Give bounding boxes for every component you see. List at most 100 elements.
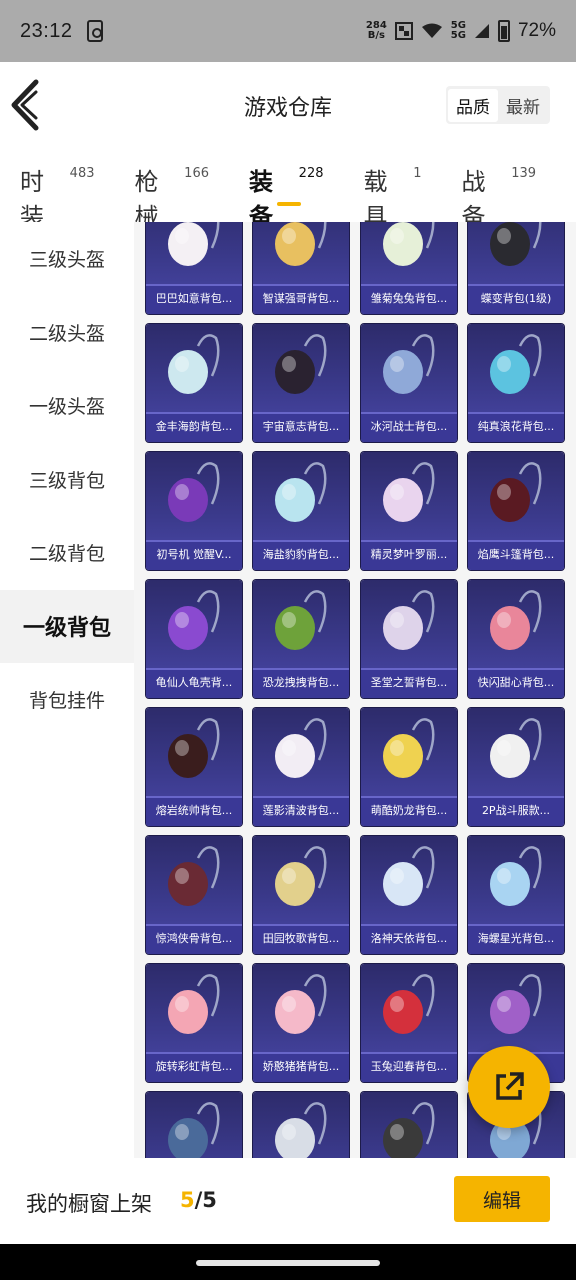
backpack-item-card[interactable]: 海螺星光背包...	[468, 836, 564, 954]
signal-icon	[474, 24, 489, 38]
subcategory-sidebar: 三级头盔 二级头盔 一级头盔 三级背包 二级背包 一级背包 背包挂件	[0, 222, 134, 1158]
backpack-thumbnail	[490, 590, 542, 650]
backpack-thumbnail	[275, 590, 327, 650]
sort-by-latest-button[interactable]: 最新	[498, 89, 548, 122]
sidebar-item-level3-backpack[interactable]: 三级背包	[0, 443, 134, 517]
backpack-thumbnail	[168, 462, 220, 522]
backpack-thumbnail	[168, 718, 220, 778]
item-name: 恐龙拽拽背包...	[253, 668, 349, 698]
backpack-item-card[interactable]: 2P战斗服款...	[468, 708, 564, 826]
status-bar: 23:12 284 B/s 5G 5G 72%	[0, 0, 576, 62]
backpack-item-card[interactable]: 田园牧歌背包...	[253, 836, 349, 954]
backpack-thumbnail	[275, 462, 327, 522]
item-name: 智谋强哥背包...	[253, 284, 349, 314]
backpack-item-card[interactable]: 旋转彩虹背包...	[146, 964, 242, 1082]
nfc-icon	[394, 22, 413, 40]
share-button[interactable]	[468, 1046, 550, 1128]
backpack-item-card[interactable]: 金丰海韵背包...	[146, 324, 242, 442]
tab-tactical[interactable]: 战备 139	[462, 162, 537, 231]
backpack-item-card[interactable]: 宇宙意志背包...	[253, 324, 349, 442]
battery-icon	[497, 20, 510, 42]
backpack-thumbnail	[275, 846, 327, 906]
item-name: 惊鸿侠骨背包...	[146, 924, 242, 954]
edit-button[interactable]: 编辑	[454, 1176, 550, 1222]
item-name: 焰鹰斗篷背包...	[468, 540, 564, 570]
backpack-item-card[interactable]: 娇憨猪猪背包...	[253, 964, 349, 1082]
sidebar-item-backpack-charm[interactable]: 背包挂件	[0, 663, 134, 737]
backpack-item-card[interactable]: 莲影清波背包...	[253, 708, 349, 826]
tab-count: 1	[413, 166, 422, 181]
backpack-thumbnail	[490, 334, 542, 394]
backpack-thumbnail	[383, 222, 435, 266]
backpack-item-card[interactable]: 巴巴如意背包...	[146, 222, 242, 314]
backpack-item-card[interactable]: 智谋强哥背包...	[253, 222, 349, 314]
backpack-thumbnail	[168, 1102, 220, 1158]
sidebar-item-level1-helmet[interactable]: 一级头盔	[0, 369, 134, 443]
item-grid: 巴巴如意背包... 智谋强哥背包... 雏菊兔兔背包... 蝶变背包(1级) 金丰海韵背…	[134, 222, 576, 1158]
backpack-thumbnail	[383, 718, 435, 778]
tab-equipment[interactable]: 装备 228	[249, 162, 324, 231]
backpack-item-card[interactable]: 惊鸿侠骨背包...	[146, 836, 242, 954]
backpack-item-card[interactable]	[361, 1092, 457, 1158]
sidebar-item-level2-helmet[interactable]: 二级头盔	[0, 296, 134, 370]
item-name: 宇宙意志背包...	[253, 412, 349, 442]
backpack-item-card[interactable]	[146, 1092, 242, 1158]
backpack-item-card[interactable]: 纯真浪花背包...	[468, 324, 564, 442]
item-name: 萌酷奶龙背包...	[361, 796, 457, 826]
backpack-thumbnail	[490, 222, 542, 266]
backpack-thumbnail	[383, 974, 435, 1034]
backpack-thumbnail	[490, 846, 542, 906]
backpack-item-card[interactable]: 雏菊兔兔背包...	[361, 222, 457, 314]
category-tabs: 时装 483 枪械 166 装备 228 载具 1 战备 139	[0, 162, 576, 231]
item-name: 快闪甜心背包...	[468, 668, 564, 698]
share-external-icon	[496, 1072, 524, 1100]
item-name: 海螺星光背包...	[468, 924, 564, 954]
backpack-item-card[interactable]: 海盐豹豹背包...	[253, 452, 349, 570]
item-name: 圣堂之誓背包...	[361, 668, 457, 698]
backpack-item-card[interactable]: 玉兔迎春背包...	[361, 964, 457, 1082]
sidebar-item-level2-backpack[interactable]: 二级背包	[0, 516, 134, 590]
sidebar-item-level1-backpack[interactable]: 一级背包	[0, 589, 134, 663]
header: 游戏仓库 品质 最新	[0, 62, 576, 150]
item-name: 金丰海韵背包...	[146, 412, 242, 442]
backpack-thumbnail	[383, 462, 435, 522]
backpack-item-card[interactable]: 圣堂之誓背包...	[361, 580, 457, 698]
backpack-item-card[interactable]: 焰鹰斗篷背包...	[468, 452, 564, 570]
tab-fashion[interactable]: 时装 483	[20, 162, 95, 231]
backpack-thumbnail	[275, 334, 327, 394]
sort-toggle: 品质 最新	[446, 86, 550, 124]
network-type-bottom: 5G	[450, 30, 466, 41]
backpack-item-card[interactable]: 洛神天依背包...	[361, 836, 457, 954]
sort-by-quality-button[interactable]: 品质	[448, 88, 498, 122]
backpack-item-card[interactable]: 冰河战士背包...	[361, 324, 457, 442]
item-name: 田园牧歌背包...	[253, 924, 349, 954]
backpack-item-card[interactable]: 恐龙拽拽背包...	[253, 580, 349, 698]
tab-firearms[interactable]: 枪械 166	[135, 162, 210, 231]
backpack-item-card[interactable]: 龟仙人龟壳背...	[146, 580, 242, 698]
backpack-thumbnail	[275, 1102, 327, 1158]
showcase-label: 我的橱窗上架	[26, 1192, 152, 1216]
backpack-item-card[interactable]: 快闪甜心背包...	[468, 580, 564, 698]
showcase-count-total: 5	[202, 1188, 217, 1212]
backpack-item-card[interactable]	[253, 1092, 349, 1158]
showcase-footer: 我的橱窗上架 5/5 编辑	[0, 1158, 576, 1244]
backpack-item-card[interactable]: 蝶变背包(1级)	[468, 222, 564, 314]
backpack-thumbnail	[275, 222, 327, 266]
backpack-item-card[interactable]: 精灵梦叶罗丽...	[361, 452, 457, 570]
item-name: 纯真浪花背包...	[468, 412, 564, 442]
backpack-thumbnail	[383, 590, 435, 650]
status-time: 23:12	[20, 19, 73, 42]
home-gesture-handle[interactable]	[196, 1260, 380, 1266]
phone-sync-icon	[86, 20, 103, 42]
backpack-item-card[interactable]: 熔岩统帅背包...	[146, 708, 242, 826]
backpack-item-card[interactable]: 萌酷奶龙背包...	[361, 708, 457, 826]
tab-vehicles[interactable]: 载具 1	[364, 162, 422, 231]
backpack-item-card[interactable]: 初号机 觉醒V...	[146, 452, 242, 570]
backpack-thumbnail	[490, 974, 542, 1034]
sidebar-item-level3-helmet[interactable]: 三级头盔	[0, 222, 134, 296]
backpack-thumbnail	[275, 718, 327, 778]
item-name: 玉兔迎春背包...	[361, 1052, 457, 1082]
speed-unit: B/s	[367, 30, 385, 41]
item-name: 娇憨猪猪背包...	[253, 1052, 349, 1082]
app-screen: 游戏仓库 品质 最新 时装 483 枪械 166 装备 228 载具 1 战备 …	[0, 62, 576, 1244]
